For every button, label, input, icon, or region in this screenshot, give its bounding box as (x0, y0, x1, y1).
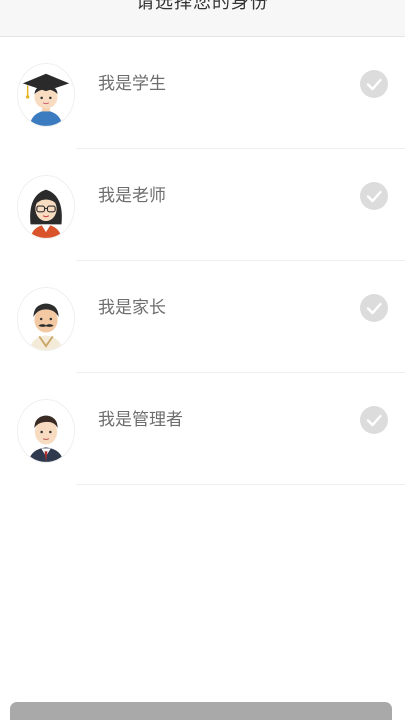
role-label-student: 我是学生 (98, 74, 166, 94)
role-list: 我是学生 我是老师 我是家长 我是管理者 (0, 37, 405, 485)
confirm-button[interactable] (10, 702, 392, 720)
role-label-parent: 我是家长 (98, 298, 166, 318)
parent-avatar-icon (17, 287, 75, 351)
manager-avatar-icon (17, 399, 75, 463)
role-item-manager[interactable]: 我是管理者 (0, 373, 405, 485)
role-item-parent[interactable]: 我是家长 (0, 261, 405, 373)
check-icon[interactable] (360, 406, 388, 434)
role-item-teacher[interactable]: 我是老师 (0, 149, 405, 261)
divider (76, 484, 405, 485)
check-icon[interactable] (360, 182, 388, 210)
check-icon[interactable] (360, 70, 388, 98)
role-selection-screen: 请选择您的身份 我是学生 我是老师 我是家长 我是管理者 (0, 0, 405, 720)
student-avatar-icon (17, 63, 75, 127)
role-label-teacher: 我是老师 (98, 186, 166, 206)
check-icon[interactable] (360, 294, 388, 322)
role-item-student[interactable]: 我是学生 (0, 37, 405, 149)
role-label-manager: 我是管理者 (98, 410, 183, 430)
page-title: 请选择您的身份 (136, 0, 269, 13)
teacher-avatar-icon (17, 175, 75, 239)
header-bar: 请选择您的身份 (0, 0, 405, 37)
